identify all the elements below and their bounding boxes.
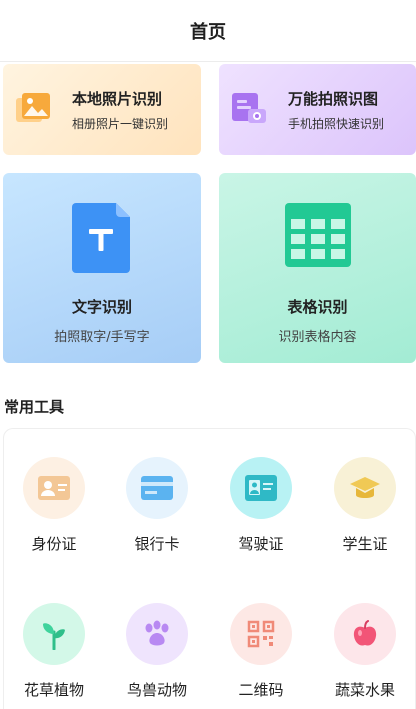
- tool-label-driver-license: 驾驶证: [238, 535, 284, 553]
- tool-animals[interactable]: 鸟兽动物: [107, 603, 207, 700]
- tool-label-student-card: 学生证: [342, 535, 388, 553]
- tool-id-card[interactable]: 身份证: [4, 457, 104, 554]
- tool-label-qr-code: 二维码: [238, 681, 284, 699]
- table-recognition-title: 表格识别: [287, 298, 348, 316]
- local-photo-subtitle: 相册照片一键识别: [72, 117, 169, 131]
- text-recognition-subtitle: 拍照取字/手写字: [54, 330, 150, 345]
- local-photo-recognition-card[interactable]: 本地照片识别 相册照片一键识别: [3, 64, 201, 155]
- common-tools-panel: 身份证 银行卡 驾驶证 学生证 花草植物 鸟兽动物 二维码 蔬菜水果: [3, 428, 416, 709]
- page-title: 首页: [190, 21, 226, 43]
- text-recognition-card[interactable]: 文字识别 拍照取字/手写字: [3, 173, 201, 363]
- local-photo-title: 本地照片识别: [72, 90, 163, 108]
- top-navigation-bar: 首页: [0, 0, 416, 62]
- text-document-icon: [72, 203, 132, 277]
- tool-plants[interactable]: 花草植物: [4, 603, 104, 700]
- qr-code-icon: [230, 603, 292, 665]
- paw-icon: [126, 603, 188, 665]
- common-tools-heading: 常用工具: [4, 398, 65, 416]
- tool-qr-code[interactable]: 二维码: [211, 603, 311, 700]
- apple-icon: [334, 603, 396, 665]
- tool-label-id-card: 身份证: [31, 535, 77, 553]
- table-grid-icon: [284, 203, 351, 271]
- table-recognition-card[interactable]: 表格识别 识别表格内容: [219, 173, 416, 363]
- photo-capture-title: 万能拍照识图: [288, 90, 379, 108]
- tool-bank-card[interactable]: 银行卡: [107, 457, 207, 554]
- tool-student-card[interactable]: 学生证: [315, 457, 415, 554]
- tool-driver-license[interactable]: 驾驶证: [211, 457, 311, 554]
- graduation-cap-icon: [334, 457, 396, 519]
- driver-license-icon: [230, 457, 292, 519]
- photo-capture-subtitle: 手机拍照快速识别: [288, 117, 385, 131]
- photo-album-icon: [15, 91, 51, 125]
- text-recognition-title: 文字识别: [71, 298, 132, 316]
- plant-sprout-icon: [23, 603, 85, 665]
- tool-label-plants: 花草植物: [23, 681, 84, 699]
- tool-label-bank-card: 银行卡: [134, 535, 180, 553]
- tool-fruits-vegetables[interactable]: 蔬菜水果: [315, 603, 415, 700]
- table-recognition-subtitle: 识别表格内容: [278, 330, 357, 345]
- photo-capture-recognition-card[interactable]: 万能拍照识图 手机拍照快速识别: [219, 64, 416, 155]
- bank-card-icon: [126, 457, 188, 519]
- tool-label-fruits-vegetables: 蔬菜水果: [334, 681, 395, 699]
- camera-document-icon: [231, 91, 267, 125]
- tool-label-animals: 鸟兽动物: [126, 681, 187, 699]
- id-card-icon: [23, 457, 85, 519]
